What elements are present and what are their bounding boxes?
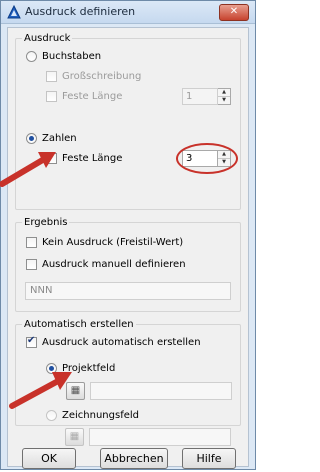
checkbox-automatisch-box[interactable]	[26, 335, 37, 348]
checkbox-automatisch[interactable]: Ausdruck automatisch erstellen	[26, 335, 201, 348]
radio-buchstaben-label: Buchstaben	[42, 51, 102, 62]
spinner-feste-laenge-a-arrows[interactable]: ▲ ▼	[218, 88, 231, 105]
group-automatisch-legend: Automatisch erstellen	[22, 319, 136, 330]
annotation-ellipse	[176, 143, 238, 174]
checkbox-grossschreibung[interactable]: Großschreibung	[46, 71, 141, 82]
checkbox-feste-laenge-a-label: Feste Länge	[62, 91, 123, 102]
checkbox-kein-ausdruck[interactable]: Kein Ausdruck (Freistil-Wert)	[26, 237, 183, 248]
zeichnungsfeld-field[interactable]	[89, 428, 231, 446]
pick-zeichnungsfeld-button[interactable]: ▦	[65, 428, 84, 446]
spin-down-icon[interactable]: ▼	[218, 96, 230, 104]
checkbox-automatisch-label: Ausdruck automatisch erstellen	[42, 337, 201, 348]
checkbox-grossschreibung-box[interactable]	[46, 71, 57, 82]
ergebnis-field[interactable]: NNN	[25, 282, 231, 300]
hilfe-button[interactable]: Hilfe	[182, 448, 236, 469]
autocad-icon	[7, 5, 21, 19]
checkbox-kein-ausdruck-box[interactable]	[26, 237, 37, 248]
group-ausdruck-legend: Ausdruck	[22, 33, 73, 44]
checkbox-manuell[interactable]: Ausdruck manuell definieren	[26, 259, 186, 270]
title-bar[interactable]: Ausdruck definieren ✕	[1, 1, 255, 24]
annotation-arrow-icon	[0, 152, 56, 187]
spinner-feste-laenge-a[interactable]: 1 ▲ ▼	[182, 88, 231, 105]
checkbox-feste-laenge-b-label: Feste Länge	[62, 153, 123, 164]
annotation-arrow-icon	[9, 372, 72, 409]
close-button[interactable]: ✕	[219, 4, 249, 21]
checkbox-manuell-label: Ausdruck manuell definieren	[42, 259, 186, 270]
group-ergebnis: Ergebnis Kein Ausdruck (Freistil-Wert) A…	[15, 217, 241, 312]
window-title: Ausdruck definieren	[25, 5, 136, 18]
group-ergebnis-legend: Ergebnis	[22, 217, 70, 228]
checkbox-grossschreibung-label: Großschreibung	[62, 71, 142, 82]
checkbox-kein-ausdruck-label: Kein Ausdruck (Freistil-Wert)	[42, 237, 184, 248]
projektfeld-field[interactable]	[90, 382, 232, 400]
spin-up-icon[interactable]: ▲	[218, 89, 230, 96]
checkbox-feste-laenge-a[interactable]: Feste Länge	[46, 91, 122, 102]
ok-button[interactable]: OK	[22, 448, 76, 469]
radio-buchstaben[interactable]: Buchstaben	[26, 51, 101, 62]
abbrechen-button[interactable]: Abbrechen	[100, 448, 168, 469]
checkbox-feste-laenge-a-box[interactable]	[46, 91, 57, 102]
radio-buchstaben-circle[interactable]	[26, 51, 37, 62]
pick-field-icon: ▦	[69, 431, 80, 442]
spinner-feste-laenge-a-field[interactable]: 1	[182, 88, 218, 105]
checkbox-manuell-box[interactable]	[26, 259, 37, 270]
